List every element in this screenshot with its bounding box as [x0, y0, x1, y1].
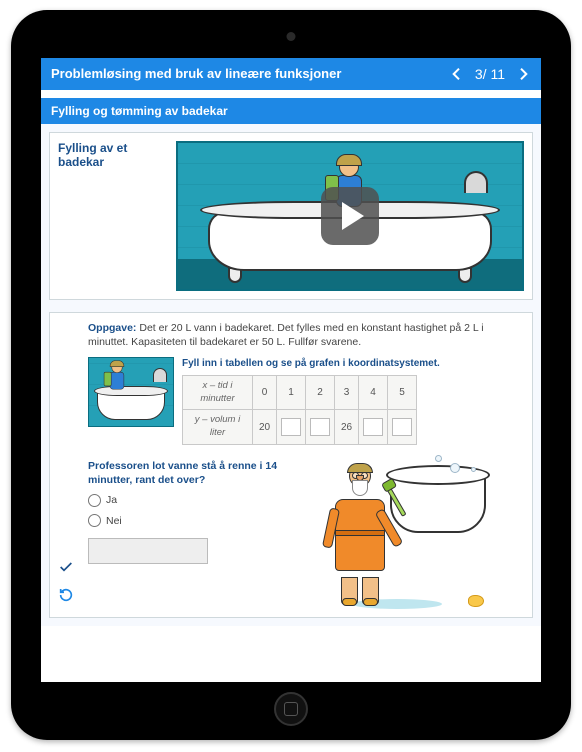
page-total: 11	[490, 66, 505, 82]
x-cell: 0	[253, 375, 277, 410]
question-text: Professoren lot vanne stå å renne i 14 m…	[88, 459, 308, 487]
task-label: Oppgave:	[88, 322, 136, 334]
question-row: Professoren lot vanne stå å renne i 14 m…	[88, 459, 524, 609]
question-left: Professoren lot vanne stå å renne i 14 m…	[88, 459, 308, 564]
professor-illustration	[316, 459, 486, 609]
chevron-right-icon	[515, 66, 531, 82]
radio-no-row[interactable]: Nei	[88, 514, 308, 528]
table-wrapper: Fyll inn i tabellen og se på grafen i ko…	[182, 357, 440, 445]
rubber-duck-icon	[468, 595, 484, 607]
x-cell: 3	[335, 375, 359, 410]
y-cell-input	[306, 410, 335, 445]
header-bar: Problemløsing med bruk av lineære funksj…	[41, 58, 541, 90]
y-cell: 20	[253, 410, 277, 445]
radio-yes-label: Ja	[106, 493, 117, 507]
prev-page-button[interactable]	[449, 66, 465, 82]
professor-standing-icon	[322, 465, 398, 605]
reset-button[interactable]	[58, 587, 74, 607]
y-cell-input	[388, 410, 417, 445]
tablet-frame: Problemløsing med bruk av lineære funksj…	[11, 10, 571, 740]
video-caption: Fylling av et badekar	[58, 141, 168, 169]
video-card: Fylling av et badekar	[49, 132, 533, 300]
app-screen: Problemløsing med bruk av lineære funksj…	[41, 58, 541, 682]
x-cell: 2	[306, 375, 335, 410]
x-row-label: x – tid i minutter	[183, 375, 253, 410]
answer-input[interactable]	[88, 538, 208, 564]
chevron-left-icon	[449, 66, 465, 82]
check-icon	[58, 559, 74, 575]
fill-instruction: Fyll inn i tabellen og se på grafen i ko…	[182, 357, 440, 371]
task-thumbnail	[88, 357, 174, 427]
y-input-4[interactable]	[363, 418, 383, 436]
radio-yes[interactable]	[88, 494, 101, 507]
y-input-2[interactable]	[310, 418, 330, 436]
radio-no-label: Nei	[106, 514, 122, 528]
play-button[interactable]	[321, 187, 379, 245]
table-row-section: Fyll inn i tabellen og se på grafen i ko…	[88, 357, 524, 445]
check-answer-button[interactable]	[58, 559, 74, 579]
lesson-title: Problemløsing med bruk av lineære funksj…	[51, 66, 449, 82]
data-table: x – tid i minutter 0 1 2 3 4 5 y – volum…	[182, 375, 417, 445]
reload-icon	[58, 587, 74, 603]
tablet-camera	[287, 32, 296, 41]
y-cell-input	[359, 410, 388, 445]
task-side-controls	[58, 559, 74, 607]
y-cell: 26	[335, 410, 359, 445]
page-current: 3	[475, 66, 483, 82]
faucet-icon	[464, 171, 488, 193]
task-body: Det er 20 L vann i badekaret. Det fylles…	[88, 322, 484, 348]
tablet-home-button[interactable]	[274, 692, 308, 726]
page-sep: /	[483, 66, 487, 82]
y-cell-input	[277, 410, 306, 445]
y-input-1[interactable]	[281, 418, 301, 436]
task-description: Oppgave: Det er 20 L vann i badekaret. D…	[88, 321, 524, 349]
x-cell: 1	[277, 375, 306, 410]
content-area: Fylling av et badekar	[41, 124, 541, 626]
next-page-button[interactable]	[515, 66, 531, 82]
task-card: Oppgave: Det er 20 L vann i badekaret. D…	[49, 312, 533, 618]
radio-no[interactable]	[88, 514, 101, 527]
video-thumbnail[interactable]	[176, 141, 524, 291]
y-row-label: y – volum i liter	[183, 410, 253, 445]
y-input-5[interactable]	[392, 418, 412, 436]
page-indicator: 3/ 11	[475, 66, 505, 82]
bathtub-icon	[390, 473, 486, 533]
x-cell: 4	[359, 375, 388, 410]
x-cell: 5	[388, 375, 417, 410]
radio-yes-row[interactable]: Ja	[88, 493, 308, 507]
pager: 3/ 11	[449, 66, 531, 82]
section-title: Fylling og tømming av badekar	[41, 98, 541, 124]
